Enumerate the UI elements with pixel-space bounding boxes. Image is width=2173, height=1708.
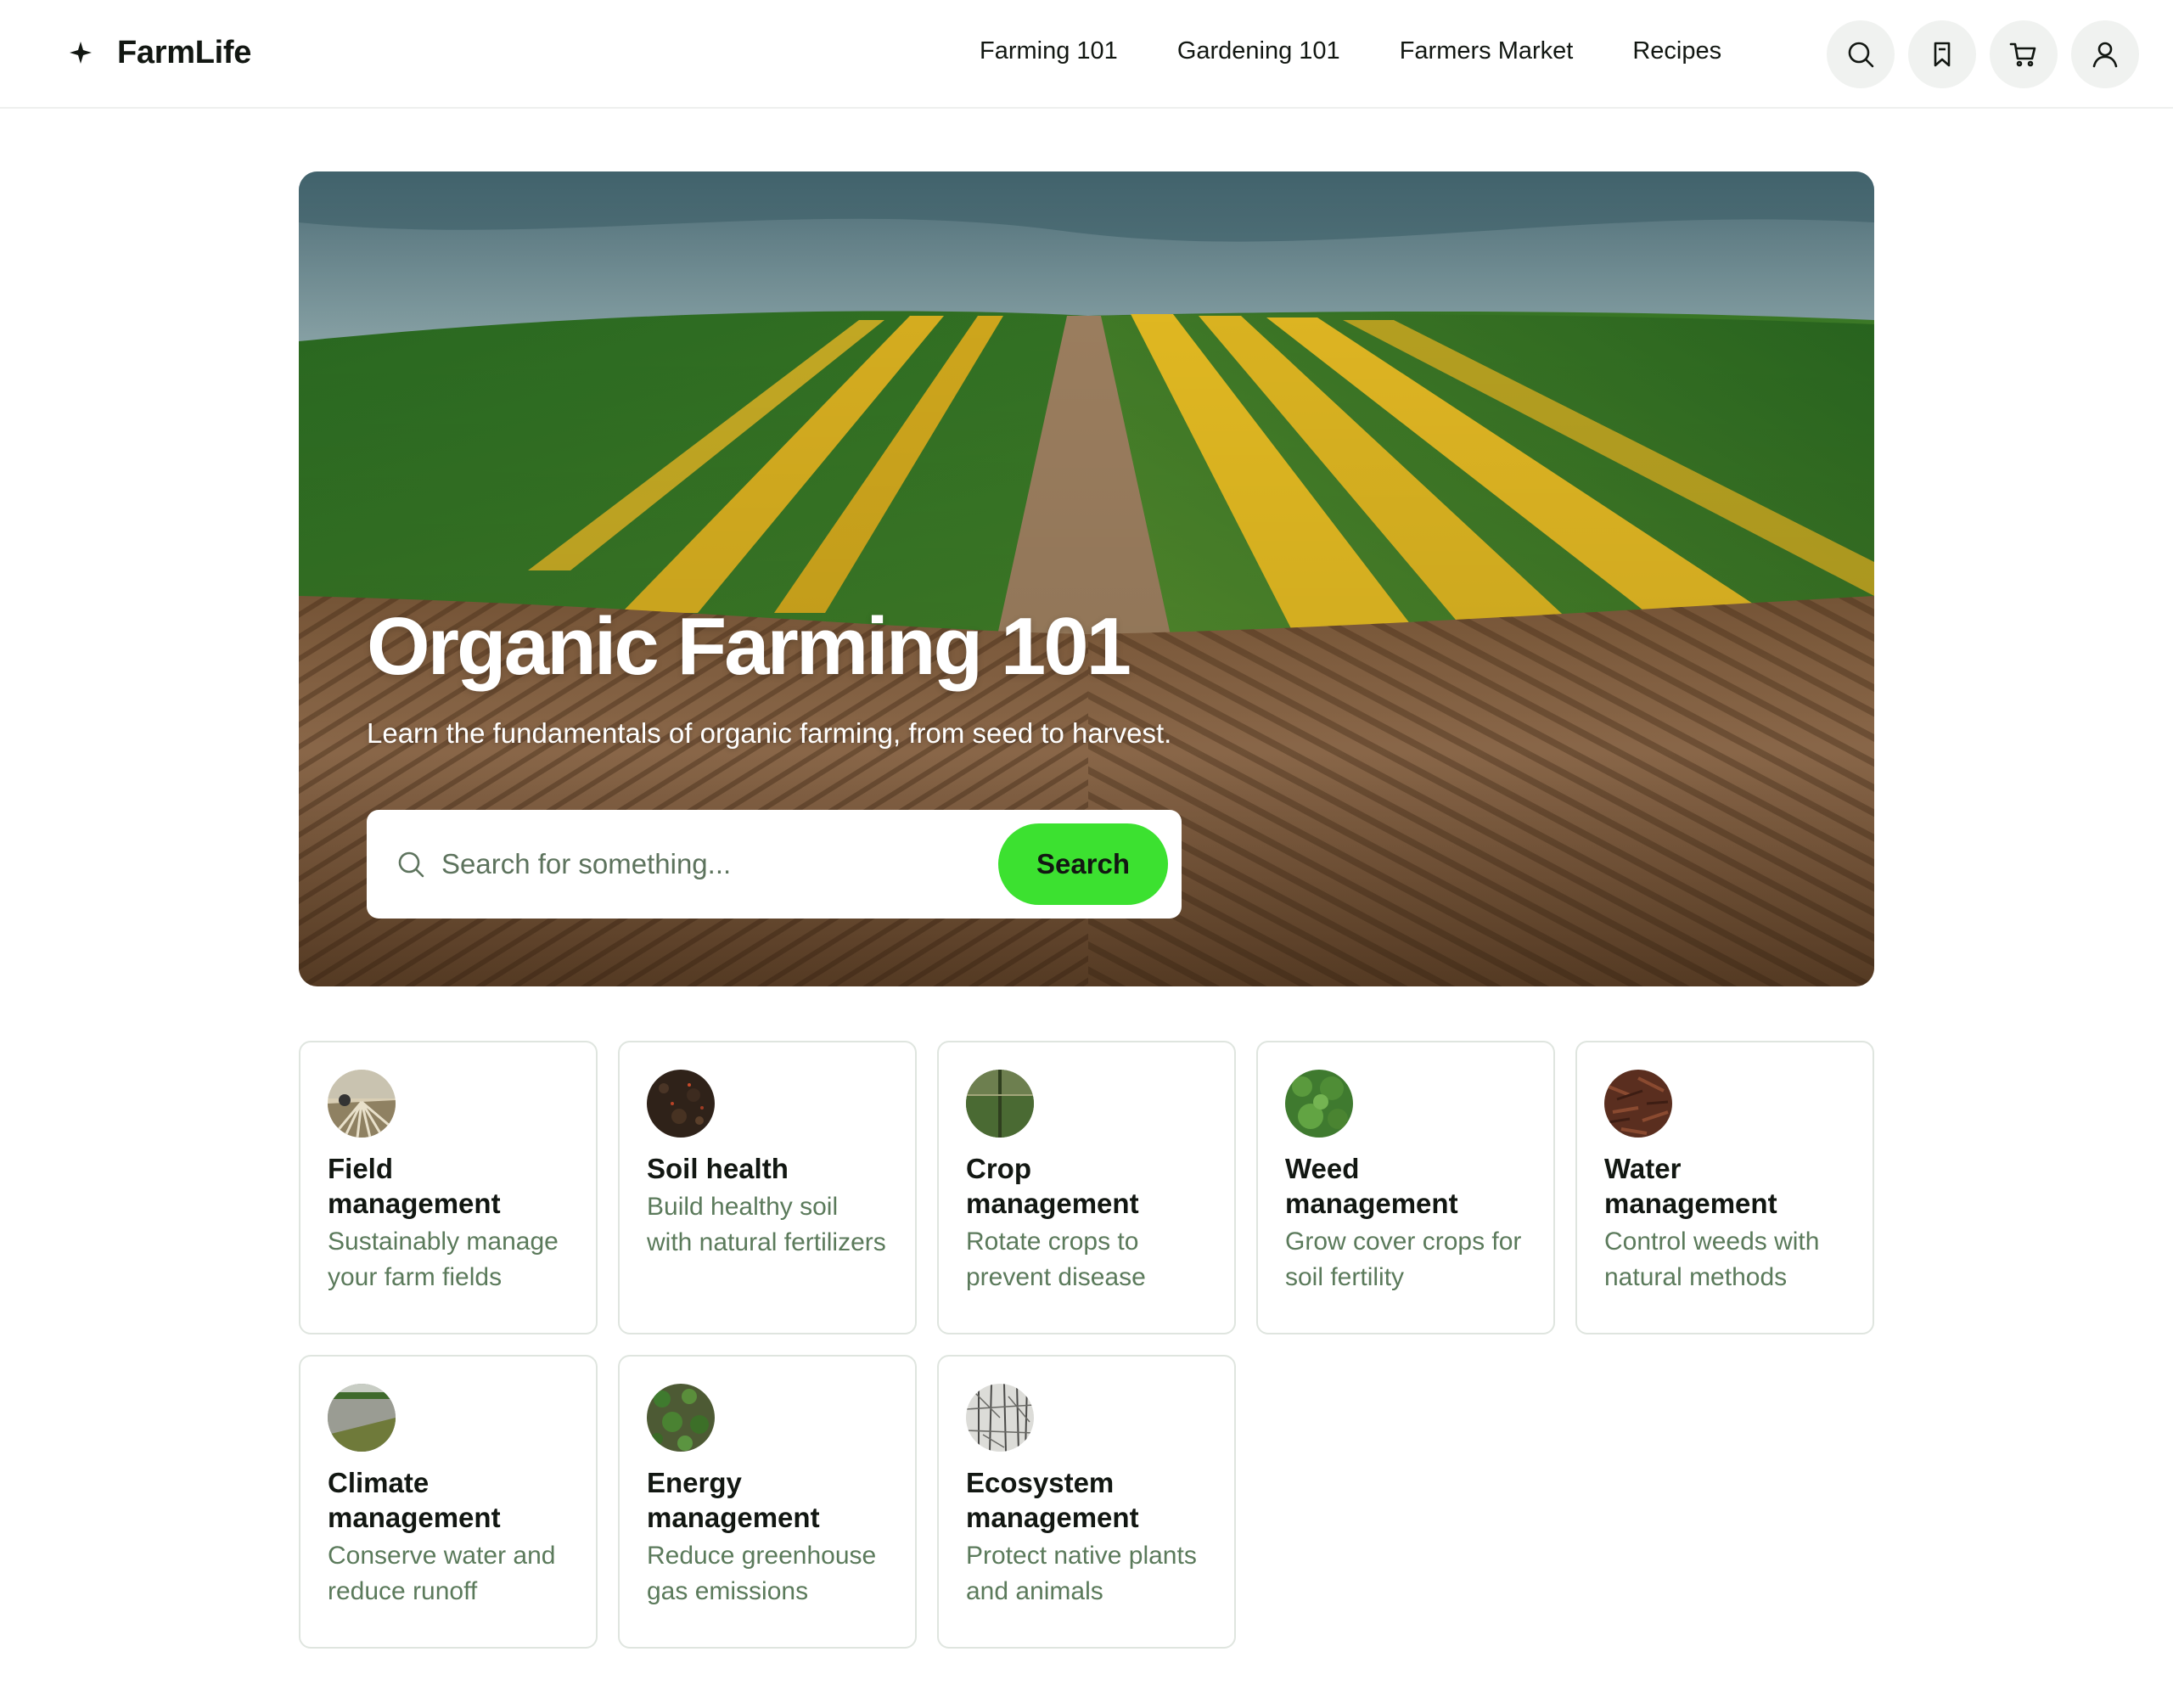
brand-name: FarmLife xyxy=(117,34,252,70)
search-button-header[interactable] xyxy=(1827,20,1895,88)
card-water-management[interactable]: Water management Control weeds with natu… xyxy=(1575,1041,1874,1334)
nav-recipes[interactable]: Recipes xyxy=(1632,32,1721,70)
search-icon xyxy=(398,851,424,878)
crop-thumbnail xyxy=(966,1070,1034,1138)
cart-icon xyxy=(2009,42,2036,67)
card-weed-management[interactable]: Weed management Grow cover crops for soi… xyxy=(1256,1041,1555,1334)
card-title: Crop management xyxy=(966,1153,1139,1219)
header-actions xyxy=(1827,20,2139,88)
brand[interactable]: FarmLife xyxy=(68,27,251,78)
card-title: Soil health xyxy=(647,1153,789,1184)
energy-thumbnail xyxy=(647,1384,715,1452)
card-description: Reduce greenhouse gas emissions xyxy=(647,1542,877,1605)
card-field-management[interactable]: Field management Sustainably manage your… xyxy=(299,1041,598,1334)
card-title: Field management xyxy=(328,1153,501,1219)
card-description: Control weeds with natural methods xyxy=(1604,1228,1820,1291)
nav-gardening-101[interactable]: Gardening 101 xyxy=(1177,32,1340,70)
card-description: Grow cover crops for soil fertility xyxy=(1285,1228,1522,1291)
main-nav: Farming 101 Gardening 101 Farmers Market… xyxy=(980,32,1721,70)
card-title: Energy management xyxy=(647,1467,820,1533)
card-title: Climate management xyxy=(328,1467,501,1533)
weed-thumbnail xyxy=(1285,1070,1353,1138)
card-climate-management[interactable]: Climate management Conserve water and re… xyxy=(299,1355,598,1649)
field-thumbnail xyxy=(328,1070,396,1138)
bookmark-icon xyxy=(1934,42,1951,67)
cart-button[interactable] xyxy=(1990,20,2058,88)
card-title: Ecosystem management xyxy=(966,1467,1139,1533)
card-energy-management[interactable]: Energy management Reduce greenhouse gas … xyxy=(618,1355,917,1649)
water-thumbnail xyxy=(1604,1070,1672,1138)
top-header: FarmLife Farming 101 Gardening 101 Farme… xyxy=(0,0,2173,109)
card-description: Sustainably manage your farm fields xyxy=(328,1228,559,1291)
hero-banner: Organic Farming 101 Learn the fundamenta… xyxy=(299,171,1874,986)
search-input[interactable] xyxy=(441,848,985,880)
card-title: Water management xyxy=(1604,1153,1777,1219)
hero-title: Organic Farming 101 xyxy=(367,601,1131,692)
hero-subtitle: Learn the fundamentals of organic farmin… xyxy=(367,717,1172,749)
card-description: Protect native plants and animals xyxy=(966,1542,1197,1605)
nav-farmers-market[interactable]: Farmers Market xyxy=(1400,32,1574,70)
nav-farming-101[interactable]: Farming 101 xyxy=(980,32,1118,70)
card-ecosystem-management[interactable]: Ecosystem management Protect native plan… xyxy=(937,1355,1236,1649)
climate-thumbnail xyxy=(328,1384,396,1452)
hero-search-bar: Search xyxy=(367,810,1182,919)
card-soil-health[interactable]: Soil health Build healthy soil with natu… xyxy=(618,1041,917,1334)
soil-thumbnail xyxy=(647,1070,715,1138)
sparkle-logo-icon xyxy=(68,40,93,65)
card-crop-management[interactable]: Crop management Rotate crops to prevent … xyxy=(937,1041,1236,1334)
account-button[interactable] xyxy=(2071,20,2139,88)
search-icon xyxy=(1848,42,1874,68)
card-description: Conserve water and reduce runoff xyxy=(328,1542,556,1605)
card-description: Rotate crops to prevent disease xyxy=(966,1228,1146,1291)
search-submit-button[interactable]: Search xyxy=(998,823,1168,905)
card-description: Build healthy soil with natural fertiliz… xyxy=(647,1193,886,1256)
user-icon xyxy=(2092,42,2118,68)
bookmark-button[interactable] xyxy=(1908,20,1976,88)
card-title: Weed management xyxy=(1285,1153,1458,1219)
ecosystem-thumbnail xyxy=(966,1384,1034,1452)
